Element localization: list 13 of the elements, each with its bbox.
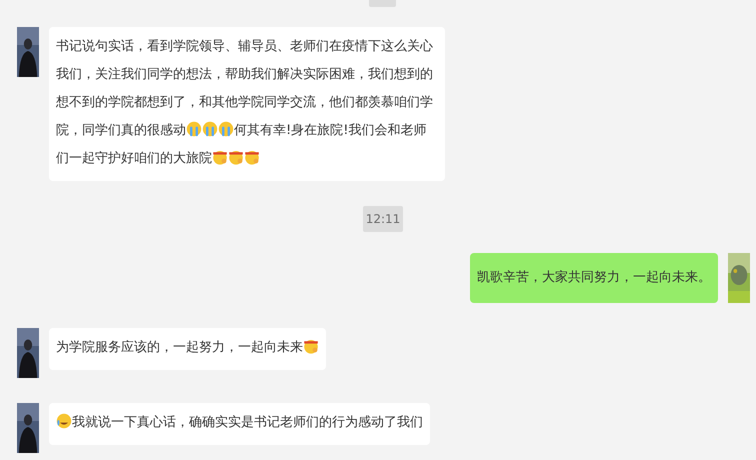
crying-emoji-icon xyxy=(202,120,218,138)
laughing-emoji-icon xyxy=(56,412,72,430)
message-text: 书记说句实话，看到学院领导、辅导员、老师们在疫情下这么关心我们，关注我们同学的想法，帮助我们解决实际困难，我们想到的想不到的学院都想到了，和其他学院同学交流，他们都羡慕咱们学院，同学们真的很感动 何其有幸!身在旅院!我们会和老师们一起守护好咱们的大旅院 xyxy=(56,38,434,168)
message-text: 为学院服务应该的，一起努力，一起向未来 xyxy=(56,334,319,362)
headband-emoji-icon xyxy=(228,148,244,166)
message-text: 凯歌辛苦，大家共同努力，一起向未来。 xyxy=(477,269,711,287)
crying-emoji-icon xyxy=(218,120,234,138)
timestamp: 12:11 xyxy=(362,206,404,232)
headband-emoji-icon xyxy=(303,337,319,355)
message-text: 我就说一下真心话，确确实实是书记老师们的行为感动了我们 xyxy=(56,409,423,437)
headband-emoji-icon xyxy=(212,148,228,166)
crying-emoji-icon xyxy=(186,120,202,138)
headband-emoji-icon xyxy=(244,148,260,166)
